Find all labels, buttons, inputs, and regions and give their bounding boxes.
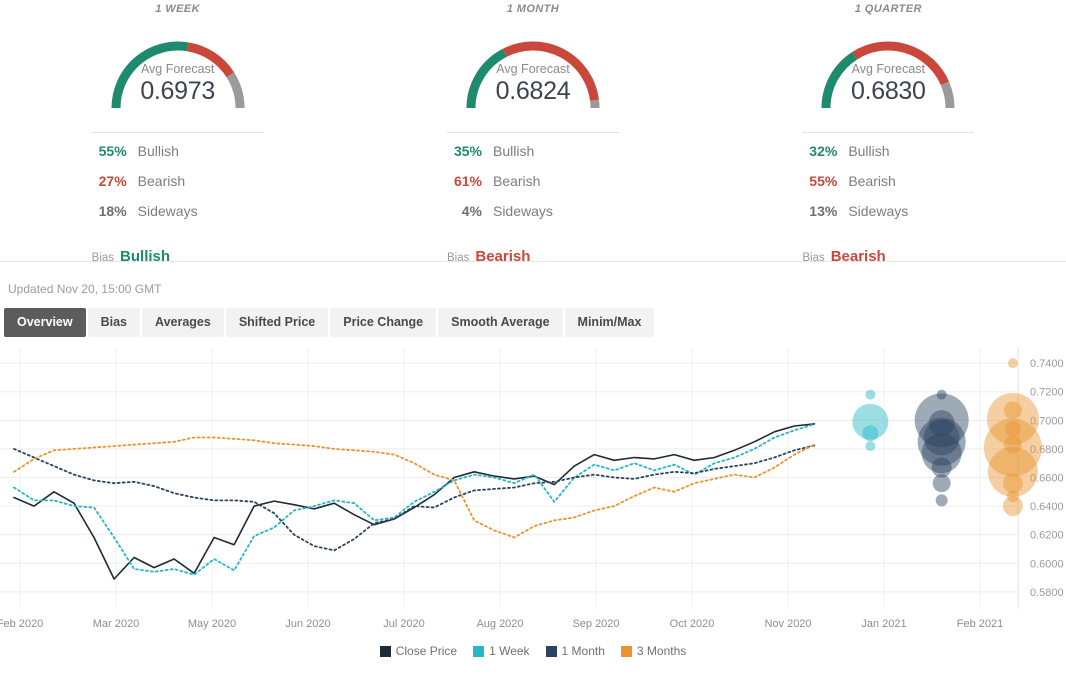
chart-tab-bar: Overview Bias Averages Shifted Price Pri… [0, 308, 1066, 346]
stat-row-bullish: 32% Bullish [802, 143, 974, 173]
stat-row-bullish: 35% Bullish [447, 143, 619, 173]
stat-row-sideways: 4% Sideways [447, 203, 619, 233]
legend-label: 1 Week [489, 644, 530, 658]
panel-title: 1 WEEK [155, 3, 200, 15]
svg-text:0.6000: 0.6000 [1030, 558, 1064, 570]
legend-swatch-1-week [473, 645, 485, 657]
tab-smooth-average[interactable]: Smooth Average [438, 308, 563, 337]
bias-label: Bias [446, 252, 470, 264]
sideways-percent: 18% [98, 203, 127, 219]
bias-value: Bearish [830, 248, 886, 265]
stat-row-bearish: 61% Bearish [447, 173, 619, 203]
legend-item-close-price: Close Price [379, 644, 458, 658]
gauge-arc-svg [111, 41, 245, 109]
svg-text:Feb 2021: Feb 2021 [957, 618, 1003, 630]
svg-text:0.7400: 0.7400 [1030, 358, 1064, 370]
stat-row-sideways: 13% Sideways [802, 203, 974, 233]
chart-svg: 0.74000.72000.70000.68000.66000.64000.62… [0, 348, 1064, 630]
svg-text:0.6400: 0.6400 [1030, 501, 1064, 513]
updated-timestamp: Updated Nov 20, 15:00 GMT [8, 282, 162, 296]
legend-item-1-month: 1 Month [545, 644, 605, 658]
bullish-percent: 35% [453, 143, 482, 159]
svg-text:Sep 2020: Sep 2020 [572, 618, 619, 630]
svg-text:May 2020: May 2020 [188, 618, 236, 630]
forecast-gauge: Avg Forecast 0.6973 [90, 20, 266, 116]
panel-title: 1 QUARTER [854, 3, 922, 15]
legend-label: 3 Months [636, 644, 687, 658]
bias-label: Bias [91, 252, 115, 264]
forecast-panel-1-week: 1 WEEK Avg Forecast 0.6973 55% Bullish 2… [0, 0, 355, 265]
tab-minim-max[interactable]: Minim/Max [564, 308, 655, 337]
legend-label: 1 Month [561, 644, 605, 658]
svg-text:Jun 2020: Jun 2020 [285, 618, 330, 630]
panel-title: 1 MONTH [506, 3, 560, 15]
forecast-panels: 1 WEEK Avg Forecast 0.6973 55% Bullish 2… [0, 0, 1066, 265]
legend-item-3-months: 3 Months [620, 644, 687, 658]
bias-row: Bias Bearish [802, 248, 974, 265]
svg-text:Jul 2020: Jul 2020 [383, 618, 425, 630]
bearish-percent: 27% [98, 173, 127, 189]
svg-text:Aug 2020: Aug 2020 [476, 618, 523, 630]
bias-label: Bias [802, 252, 825, 264]
bearish-percent: 61% [453, 173, 482, 189]
bearish-label: Bearish [492, 173, 541, 189]
svg-text:0.6200: 0.6200 [1030, 530, 1064, 542]
forecast-panel-1-month: 1 MONTH Avg Forecast 0.6824 35% Bullish … [355, 0, 710, 265]
bullish-percent: 32% [809, 143, 838, 159]
svg-text:Mar 2020: Mar 2020 [93, 618, 139, 630]
svg-text:Jan 2021: Jan 2021 [861, 618, 906, 630]
bias-value: Bearish [475, 248, 531, 265]
bearish-label: Bearish [137, 173, 186, 189]
sentiment-stats: 32% Bullish 55% Bearish 13% Sideways [802, 132, 975, 233]
legend-label: Close Price [395, 644, 458, 658]
gauge-arc-svg [821, 41, 955, 109]
forecast-gauge: Avg Forecast 0.6824 [445, 20, 621, 116]
legend-item-1-week: 1 Week [473, 644, 530, 658]
stat-row-bullish: 55% Bullish [92, 143, 264, 173]
sideways-percent: 4% [461, 203, 482, 219]
bias-row: Bias Bullish [92, 248, 264, 265]
bullish-label: Bullish [848, 143, 890, 159]
svg-text:Nov 2020: Nov 2020 [764, 618, 811, 630]
bias-row: Bias Bearish [447, 248, 619, 265]
svg-text:0.7200: 0.7200 [1030, 387, 1064, 399]
bullish-percent: 55% [98, 143, 127, 159]
bearish-label: Bearish [848, 173, 896, 189]
svg-text:Oct 2020: Oct 2020 [670, 618, 715, 630]
svg-text:Feb 2020: Feb 2020 [0, 618, 43, 630]
svg-text:0.5800: 0.5800 [1030, 587, 1064, 599]
bearish-percent: 55% [809, 173, 838, 189]
chart-legend: Close Price 1 Week 1 Month 3 Months [0, 642, 1066, 660]
sentiment-stats: 35% Bullish 61% Bearish 4% Sideways [446, 132, 619, 233]
legend-swatch-3-months [620, 645, 632, 657]
bias-value: Bullish [120, 248, 171, 265]
tab-shifted-price[interactable]: Shifted Price [225, 308, 329, 337]
tab-averages[interactable]: Averages [142, 308, 224, 337]
sentiment-stats: 55% Bullish 27% Bearish 18% Sideways [91, 132, 264, 233]
legend-swatch-1-month [545, 645, 557, 657]
forecast-chart[interactable]: 0.7400 0.7200 0.7000 0.6800 0.6600 0.6400 0.62… [0, 346, 1066, 644]
bullish-label: Bullish [137, 143, 179, 159]
sideways-label: Sideways [848, 203, 909, 219]
tab-overview[interactable]: Overview [4, 308, 86, 337]
stat-row-sideways: 18% Sideways [92, 203, 264, 233]
legend-swatch-close-price [379, 645, 391, 657]
forecast-panel-1-quarter: 1 QUARTER Avg Forecast 0.6830 32% Bullis… [711, 0, 1066, 265]
stat-row-bearish: 27% Bearish [92, 173, 264, 203]
sideways-label: Sideways [492, 203, 553, 219]
sideways-percent: 13% [809, 203, 838, 219]
sideways-label: Sideways [137, 203, 198, 219]
tab-price-change[interactable]: Price Change [330, 308, 437, 337]
tab-bias[interactable]: Bias [87, 308, 140, 337]
forecast-gauge: Avg Forecast 0.6830 [800, 20, 976, 116]
gauge-arc-svg [466, 41, 600, 109]
bullish-label: Bullish [492, 143, 535, 159]
stat-row-bearish: 55% Bearish [802, 173, 974, 203]
